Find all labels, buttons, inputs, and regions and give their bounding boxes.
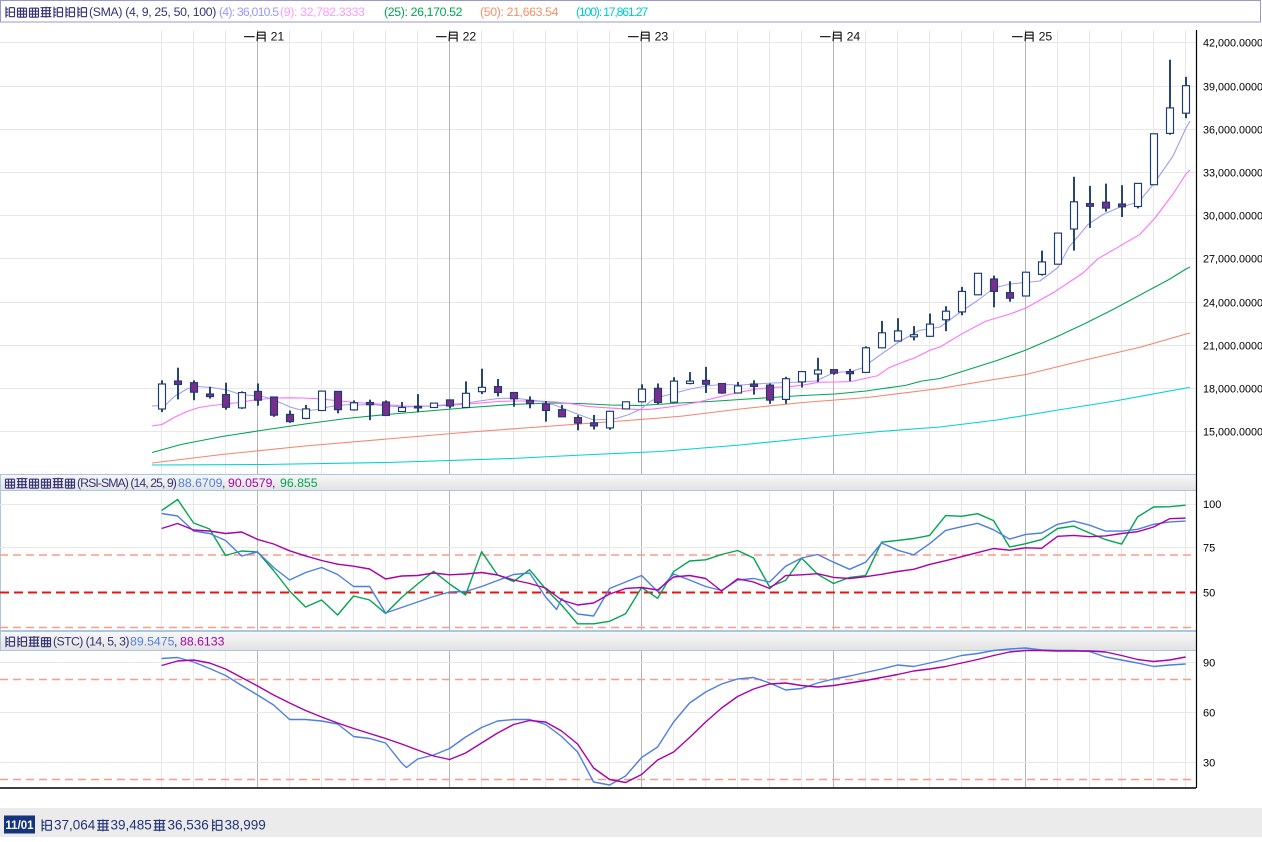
- svg-text:33,000.0000: 33,000.0000: [1203, 168, 1262, 180]
- svg-text:,: ,: [272, 476, 275, 490]
- svg-text:50: 50: [1203, 588, 1215, 600]
- svg-text:88.6709: 88.6709: [178, 476, 223, 490]
- svg-text:36,000.0000: 36,000.0000: [1203, 125, 1262, 137]
- svg-text:15,000.0000: 15,000.0000: [1203, 427, 1262, 439]
- svg-text:39,485: 39,485: [111, 818, 152, 833]
- svg-text:,: ,: [222, 476, 225, 490]
- svg-text:24: 24: [847, 30, 861, 44]
- svg-text:89.5475: 89.5475: [130, 635, 175, 649]
- svg-text:(RSI-SMA) (14, 25, 9): (RSI-SMA) (14, 25, 9): [77, 476, 177, 490]
- svg-text:,: ,: [174, 635, 177, 649]
- svg-text:30: 30: [1203, 758, 1215, 770]
- svg-text:24,000.0000: 24,000.0000: [1203, 298, 1262, 310]
- svg-text:37,064: 37,064: [54, 818, 96, 833]
- svg-text:96.855: 96.855: [280, 476, 318, 490]
- svg-text:(25): 26,170.52: (25): 26,170.52: [384, 5, 463, 19]
- svg-text:18,000.0000: 18,000.0000: [1203, 384, 1262, 396]
- svg-text:42,000.0000: 42,000.0000: [1203, 38, 1262, 50]
- svg-text:11/01: 11/01: [5, 820, 34, 832]
- svg-text:90.0579: 90.0579: [228, 476, 273, 490]
- svg-text:27,000.0000: 27,000.0000: [1203, 254, 1262, 266]
- svg-text:22: 22: [463, 30, 477, 44]
- svg-text:90: 90: [1203, 658, 1215, 670]
- svg-text:30,000.0000: 30,000.0000: [1203, 211, 1262, 223]
- svg-text:(100): 17,861.27: (100): 17,861.27: [576, 5, 648, 19]
- svg-text:23: 23: [655, 30, 669, 44]
- svg-text:(4): 36,010.5: (4): 36,010.5: [219, 5, 279, 19]
- svg-text:21: 21: [271, 30, 285, 44]
- svg-text:75: 75: [1203, 543, 1215, 555]
- svg-text:(STC) (14, 5, 3): (STC) (14, 5, 3): [53, 635, 129, 649]
- svg-text:88.6133: 88.6133: [180, 635, 225, 649]
- svg-text:100: 100: [1203, 499, 1221, 511]
- svg-text:60: 60: [1203, 708, 1215, 720]
- svg-text:36,536: 36,536: [168, 818, 209, 833]
- svg-text:(9): 32,782.3333: (9): 32,782.3333: [280, 5, 365, 19]
- svg-text:39,000.0000: 39,000.0000: [1203, 82, 1262, 94]
- svg-text:25: 25: [1039, 30, 1053, 44]
- svg-text:(SMA) (4, 9, 25, 50, 100): (SMA) (4, 9, 25, 50, 100): [89, 5, 216, 19]
- svg-text:21,000.0000: 21,000.0000: [1203, 341, 1262, 353]
- svg-text:38,999: 38,999: [225, 818, 266, 833]
- svg-text:(50): 21,663.54: (50): 21,663.54: [480, 5, 559, 19]
